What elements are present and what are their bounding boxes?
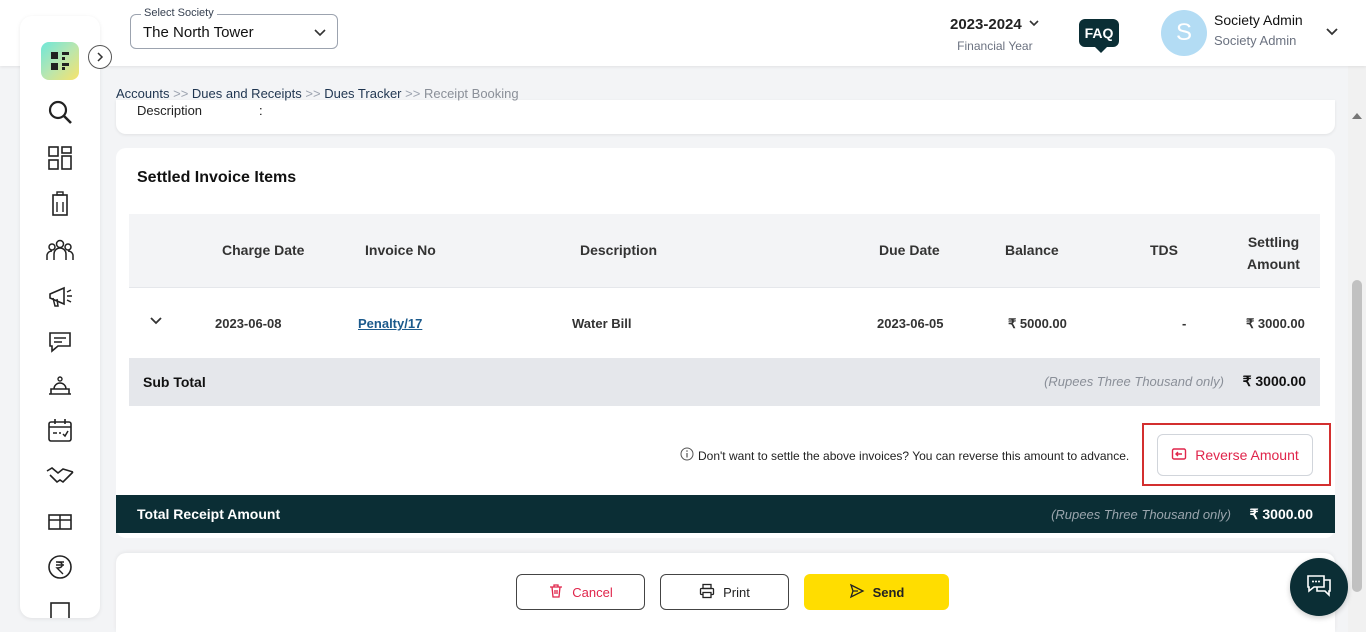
package-icon[interactable] [44, 505, 76, 537]
user-role: Society Admin [1214, 33, 1297, 48]
top-header: Select Society The North Tower 2023-2024… [0, 0, 1366, 66]
row-balance: ₹ 5000.00 [1008, 316, 1067, 331]
building-icon[interactable] [44, 188, 76, 220]
subtotal-amount: ₹ 3000.00 [1242, 373, 1306, 389]
chevron-down-icon [1028, 16, 1040, 33]
chevron-down-icon [313, 25, 327, 44]
user-name: Society Admin [1214, 12, 1303, 28]
megaphone-icon[interactable] [44, 280, 76, 312]
subtotal-in-words: (Rupees Three Thousand only) [1044, 374, 1224, 389]
column-description: Description [580, 242, 658, 258]
info-icon [680, 447, 694, 464]
send-icon [849, 583, 865, 602]
breadcrumb-separator: >> [173, 86, 189, 101]
column-tds: TDS [1150, 242, 1178, 258]
financial-year-selector[interactable]: 2023-2024 Financial Year [950, 16, 1040, 53]
scroll-up-arrow-icon[interactable] [1352, 113, 1362, 119]
financial-year-value: 2023-2024 [950, 16, 1022, 33]
row-invoice-link[interactable]: Penalty/17 [358, 316, 422, 331]
breadcrumb-dues-and-receipts[interactable]: Dues and Receipts [192, 86, 302, 101]
reverse-note: Don't want to settle the above invoices?… [680, 447, 1129, 464]
section-title: Settled Invoice Items [137, 169, 297, 186]
total-amount: ₹ 3000.00 [1249, 506, 1313, 522]
breadcrumb-accounts[interactable]: Accounts [116, 86, 169, 101]
chat-bubble-icon [1304, 570, 1334, 605]
support-chat-button[interactable] [1290, 558, 1348, 616]
reverse-icon [1171, 446, 1187, 465]
sidebar-collapse-button[interactable] [88, 45, 112, 69]
settled-invoice-card: Settled Invoice Items Charge Date Invoic… [116, 148, 1335, 538]
table-header: Charge Date Invoice No Description Due D… [129, 214, 1320, 287]
society-select-label: Select Society [141, 7, 217, 19]
table-row: 2023-06-08 Penalty/17 Water Bill 2023-06… [129, 287, 1320, 358]
row-description: Water Bill [572, 316, 632, 331]
row-settling-amount: ₹ 3000.00 [1246, 316, 1305, 331]
subtotal-row: Sub Total (Rupees Three Thousand only) ₹… [129, 358, 1320, 406]
receipt-details-card: Description : [116, 100, 1335, 134]
row-tds: - [1182, 316, 1187, 331]
checklist-icon[interactable] [44, 596, 76, 618]
column-charge-date: Charge Date [222, 242, 305, 258]
search-icon[interactable] [44, 96, 76, 128]
page-scrollbar[interactable] [1348, 66, 1366, 632]
total-receipt-bar: Total Receipt Amount (Rupees Three Thous… [116, 495, 1335, 533]
sidebar [20, 16, 100, 618]
reverse-amount-label: Reverse Amount [1195, 447, 1299, 463]
reverse-note-text: Don't want to settle the above invoices?… [698, 448, 1130, 463]
total-in-words: (Rupees Three Thousand only) [1051, 507, 1231, 522]
members-icon[interactable] [44, 234, 76, 266]
breadcrumb-current: Receipt Booking [423, 86, 519, 101]
reverse-amount-button[interactable]: Reverse Amount [1157, 434, 1313, 476]
avatar[interactable]: S [1161, 10, 1207, 56]
app-logo[interactable] [41, 42, 79, 80]
total-label: Total Receipt Amount [137, 506, 281, 522]
settled-invoice-table: Charge Date Invoice No Description Due D… [129, 214, 1320, 406]
row-due-date: 2023-06-05 [877, 316, 944, 331]
subtotal-label: Sub Total [143, 374, 206, 390]
dashboard-icon[interactable] [44, 142, 76, 174]
breadcrumb-separator: >> [405, 86, 421, 101]
faq-button[interactable]: FAQ [1079, 19, 1119, 53]
action-footer: Cancel Print Send [116, 553, 1335, 632]
print-label: Print [723, 584, 750, 600]
breadcrumb: Accounts >> Dues and Receipts >> Dues Tr… [116, 86, 519, 101]
send-button[interactable]: Send [804, 574, 949, 610]
financial-year-label: Financial Year [957, 39, 1033, 53]
society-select[interactable]: Select Society The North Tower [130, 7, 338, 49]
column-settling-amount: Settling Amount [1247, 234, 1300, 272]
expand-row-chevron-icon[interactable] [149, 313, 163, 330]
column-due-date: Due Date [879, 242, 940, 258]
breadcrumb-dues-tracker[interactable]: Dues Tracker [324, 86, 401, 101]
breadcrumb-separator: >> [305, 86, 321, 101]
service-icon[interactable] [44, 370, 76, 402]
description-label: Description [137, 103, 203, 118]
cancel-label: Cancel [572, 584, 613, 600]
print-button[interactable]: Print [660, 574, 789, 610]
printer-icon [699, 583, 715, 602]
trash-icon [548, 583, 564, 602]
row-charge-date: 2023-06-08 [215, 316, 282, 331]
scroll-thumb[interactable] [1352, 280, 1362, 592]
calendar-icon[interactable] [44, 415, 76, 447]
handshake-icon[interactable] [44, 459, 76, 491]
send-label: Send [872, 584, 905, 600]
user-menu-chevron-icon[interactable] [1325, 24, 1339, 43]
society-select-value: The North Tower [143, 24, 254, 41]
rupee-icon[interactable] [44, 551, 76, 583]
column-balance: Balance [1005, 242, 1059, 258]
column-invoice-no: Invoice No [365, 242, 436, 258]
chat-icon[interactable] [44, 325, 76, 357]
description-colon: : [259, 103, 263, 118]
cancel-button[interactable]: Cancel [516, 574, 645, 610]
